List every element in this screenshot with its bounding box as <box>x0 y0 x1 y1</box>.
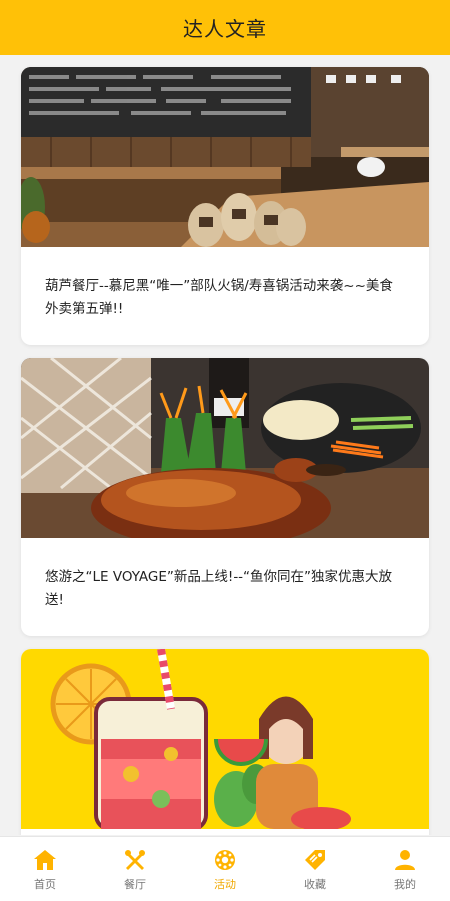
article-title[interactable] <box>21 829 429 835</box>
article-card[interactable]: 悠游之“LE VOYAGE”新品上线!--“鱼你同在”独家优惠大放送! <box>21 358 429 636</box>
article-image <box>21 649 429 829</box>
tab-label: 收藏 <box>304 878 326 891</box>
article-feed[interactable]: 葫芦餐厅--慕尼黑“唯一”部队火锅/寿喜锅活动来袭~~美食外卖第五弹!! 悠游之… <box>0 55 450 835</box>
tab-profile[interactable]: 我的 <box>360 837 450 901</box>
article-title[interactable]: 葫芦餐厅--慕尼黑“唯一”部队火锅/寿喜锅活动来袭~~美食外卖第五弹!! <box>21 247 429 321</box>
tab-label: 我的 <box>394 878 416 891</box>
article-card[interactable] <box>21 649 429 835</box>
article-image <box>21 67 429 247</box>
tab-label: 活动 <box>214 878 236 891</box>
user-icon <box>395 850 415 870</box>
bottom-tab-bar: 首页 餐厅 活动 收藏 我的 <box>0 836 450 901</box>
article-title[interactable]: 悠游之“LE VOYAGE”新品上线!--“鱼你同在”独家优惠大放送! <box>21 538 429 612</box>
tab-home[interactable]: 首页 <box>0 837 90 901</box>
ball-icon <box>215 850 235 870</box>
article-card[interactable]: 葫芦餐厅--慕尼黑“唯一”部队火锅/寿喜锅活动来袭~~美食外卖第五弹!! <box>21 67 429 345</box>
article-image <box>21 358 429 538</box>
tag-icon <box>305 850 325 870</box>
tab-label: 首页 <box>34 878 56 891</box>
tab-favorites[interactable]: 收藏 <box>270 837 360 901</box>
tab-restaurant[interactable]: 餐厅 <box>90 837 180 901</box>
utensils-icon <box>125 850 145 870</box>
tab-label: 餐厅 <box>124 878 146 891</box>
home-icon <box>34 850 56 870</box>
app-header: 达人文章 <box>0 0 450 55</box>
tab-activity[interactable]: 活动 <box>180 837 270 901</box>
page-title: 达人文章 <box>183 17 267 41</box>
